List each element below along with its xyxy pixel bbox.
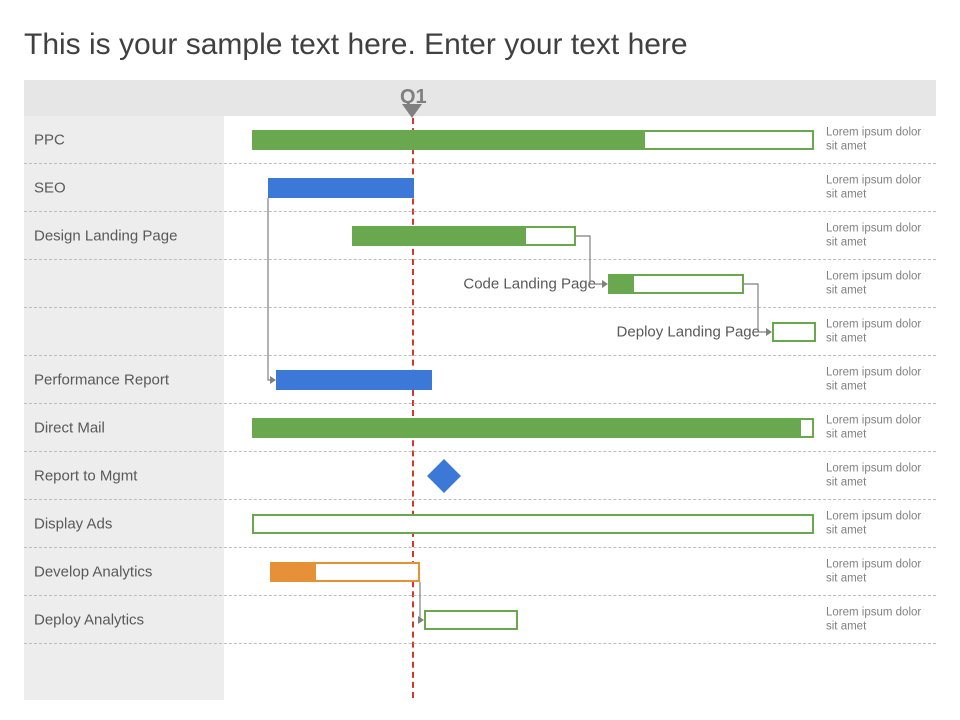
gantt-row: PPC Lorem ipsum dolor sit amet — [24, 116, 936, 164]
task-bar-progress — [354, 228, 526, 244]
slide-title[interactable]: This is your sample text here. Enter you… — [24, 28, 936, 62]
gantt-row: Report to Mgmt Lorem ipsum dolor sit amet — [24, 452, 936, 500]
task-note: Lorem ipsum dolor sit amet — [826, 606, 932, 635]
task-note: Lorem ipsum dolor sit amet — [826, 414, 932, 443]
task-bar-progress — [254, 132, 645, 148]
task-bar[interactable] — [252, 130, 814, 150]
slide: This is your sample text here. Enter you… — [0, 0, 960, 720]
task-bar[interactable] — [252, 418, 814, 438]
task-note: Lorem ipsum dolor sit amet — [826, 510, 932, 539]
task-bar[interactable] — [276, 370, 432, 390]
task-bar-progress — [278, 372, 430, 388]
task-note: Lorem ipsum dolor sit amet — [826, 366, 932, 395]
task-label: Performance Report — [34, 371, 214, 388]
gantt-row: Develop Analytics Lorem ipsum dolor sit a… — [24, 548, 936, 596]
gantt-row: Deploy Analytics Lorem ipsum dolor sit am… — [24, 596, 936, 644]
task-label: Report to Mgmt — [34, 467, 214, 484]
task-bar[interactable] — [608, 274, 744, 294]
task-label: Direct Mail — [34, 419, 214, 436]
task-note: Lorem ipsum dolor sit amet — [826, 126, 932, 155]
task-bar-progress — [270, 180, 412, 196]
task-bar[interactable] — [352, 226, 576, 246]
task-bar[interactable] — [424, 610, 518, 630]
gantt-chart: Q1PPCLorem ipsum dolor sit ametSEOLorem … — [24, 80, 936, 700]
task-inline-label: Deploy Landing Page — [224, 324, 760, 341]
task-inline-label: Code Landing Page — [224, 276, 596, 293]
task-note: Lorem ipsum dolor sit amet — [826, 174, 932, 203]
task-bar[interactable] — [268, 178, 414, 198]
milestone-diamond-icon[interactable] — [427, 459, 461, 493]
task-bar-progress — [254, 420, 801, 436]
gantt-row: Performance Report Lorem ipsum dolor sit … — [24, 356, 936, 404]
task-bar[interactable] — [772, 322, 816, 342]
task-label: Design Landing Page — [34, 227, 214, 244]
row-separator — [24, 643, 936, 644]
gantt-row: Deploy Landing Page Lorem ipsum dolor sit… — [24, 308, 936, 356]
gantt-header-band — [24, 80, 936, 116]
task-label: PPC — [34, 131, 214, 148]
gantt-row: Display Ads Lorem ipsum dolor sit amet — [24, 500, 936, 548]
gantt-row: Design Landing Page Lorem ipsum dolor sit… — [24, 212, 936, 260]
task-bar-progress — [610, 276, 634, 292]
task-note: Lorem ipsum dolor sit amet — [826, 270, 932, 299]
task-note: Lorem ipsum dolor sit amet — [826, 318, 932, 347]
task-label: Deploy Analytics — [34, 611, 214, 628]
task-note: Lorem ipsum dolor sit amet — [826, 558, 932, 587]
task-label: Develop Analytics — [34, 563, 214, 580]
gantt-row: SEO Lorem ipsum dolor sit amet — [24, 164, 936, 212]
task-bar[interactable] — [270, 562, 420, 582]
task-bar[interactable] — [252, 514, 814, 534]
gantt-row: Direct Mail Lorem ipsum dolor sit amet — [24, 404, 936, 452]
task-note: Lorem ipsum dolor sit amet — [826, 222, 932, 251]
task-label: SEO — [34, 179, 214, 196]
task-bar-progress — [272, 564, 316, 580]
task-note: Lorem ipsum dolor sit amet — [826, 462, 932, 491]
gantt-row: Code Landing Page Lorem ipsum dolor sit a… — [24, 260, 936, 308]
task-label: Display Ads — [34, 515, 214, 532]
